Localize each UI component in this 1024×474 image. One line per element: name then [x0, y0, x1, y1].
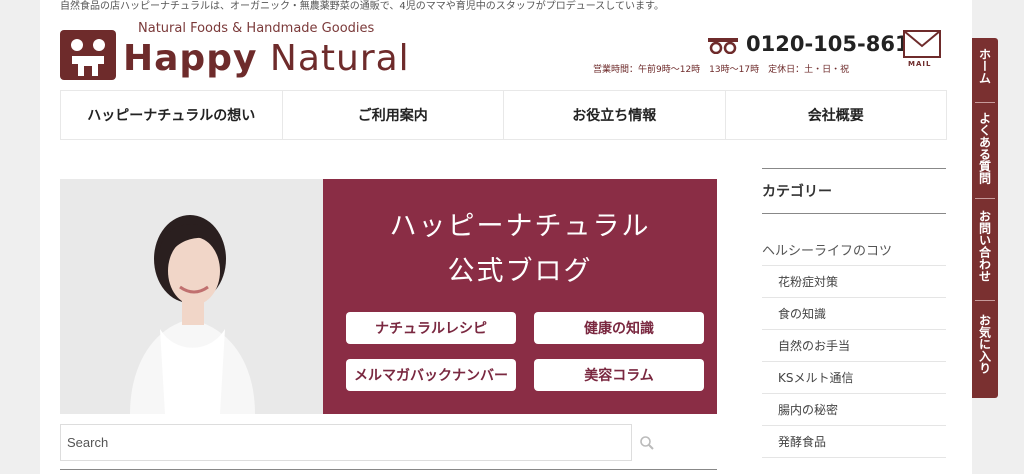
side-tab-favorites[interactable]: お気に入り: [972, 314, 998, 374]
side-tab-home[interactable]: ホーム: [972, 48, 998, 84]
woman-photo-image: [60, 179, 323, 414]
side-tab-divider: [975, 198, 995, 199]
mail-icon[interactable]: [903, 30, 941, 58]
category-item-pollen[interactable]: 花粉症対策: [762, 266, 946, 298]
content-divider: [60, 469, 717, 470]
page: 自然食品の店ハッピーナチュラルは、オーガニック・無農薬野菜の通販で、4児のママや…: [40, 0, 972, 474]
category-item-ks-melt[interactable]: KSメルト通信: [762, 362, 946, 394]
banner-title-line2: 公式ブログ: [447, 256, 593, 287]
side-tab-faq[interactable]: よくある質問: [972, 112, 998, 184]
logo-title: Happy Natural: [123, 38, 410, 79]
nav-item-guide[interactable]: ご利用案内: [283, 91, 504, 139]
side-tab-divider: [975, 102, 995, 103]
global-nav: ハッピーナチュラルの想い ご利用案内 お役立ち情報 会社概要: [60, 90, 947, 140]
site-tagline: 自然食品の店ハッピーナチュラルは、オーガニック・無農薬野菜の通販で、4児のママや…: [60, 1, 664, 12]
search-input[interactable]: [60, 424, 632, 461]
search-button[interactable]: [632, 424, 662, 461]
nav-item-philosophy[interactable]: ハッピーナチュラルの想い: [60, 91, 283, 139]
side-tab-contact[interactable]: お問い合わせ: [972, 210, 998, 282]
category-parent[interactable]: ヘルシーライフのコツ: [762, 234, 946, 266]
logo-mark-icon: [60, 30, 116, 80]
phone-number[interactable]: 0120-105-861: [746, 32, 910, 56]
side-tab-bar: ホーム よくある質問 お問い合わせ お気に入り: [972, 38, 998, 398]
search-icon: [640, 435, 654, 450]
nav-item-company[interactable]: 会社概要: [726, 91, 947, 139]
mail-label[interactable]: MAIL: [908, 60, 931, 68]
logo-word-natural: Natural: [269, 38, 410, 79]
contact-block: 0120-105-861 MAIL 営業時間：午前9時～12時 13時～17時 …: [593, 30, 963, 80]
free-dial-icon: [708, 38, 738, 54]
sidebar: カテゴリー ヘルシーライフのコツ 花粉症対策 食の知識 自然のお手当 KSメルト…: [762, 168, 946, 458]
banner-title-line1: ハッピーナチュラル: [389, 211, 651, 242]
category-item-gut[interactable]: 腸内の秘密: [762, 394, 946, 426]
banner-button-health[interactable]: 健康の知識: [534, 312, 704, 344]
banner-button-recipes[interactable]: ナチュラルレシピ: [346, 312, 516, 344]
banner-button-beauty[interactable]: 美容コラム: [534, 359, 704, 391]
category-item-remedy[interactable]: 自然のお手当: [762, 330, 946, 362]
banner-button-newsletter[interactable]: メルマガバックナンバー: [346, 359, 516, 391]
logo-subtitle: Natural Foods & Handmade Goodies: [138, 21, 375, 36]
category-heading: カテゴリー: [762, 168, 946, 214]
banner-photo: [60, 179, 323, 414]
business-hours: 営業時間：午前9時～12時 13時～17時 定休日：土・日・祝: [593, 65, 850, 75]
nav-item-info[interactable]: お役立ち情報: [504, 91, 726, 139]
category-item-fermented[interactable]: 発酵食品: [762, 426, 946, 458]
logo-word-happy: Happy: [123, 38, 258, 79]
blog-banner[interactable]: ハッピーナチュラル 公式ブログ ナチュラルレシピ 健康の知識 メルマガバックナン…: [60, 179, 717, 414]
banner-panel: ハッピーナチュラル 公式ブログ ナチュラルレシピ 健康の知識 メルマガバックナン…: [323, 179, 717, 414]
side-tab-divider: [975, 300, 995, 301]
site-logo[interactable]: Natural Foods & Handmade Goodies Happy N…: [60, 21, 420, 84]
category-item-food[interactable]: 食の知識: [762, 298, 946, 330]
